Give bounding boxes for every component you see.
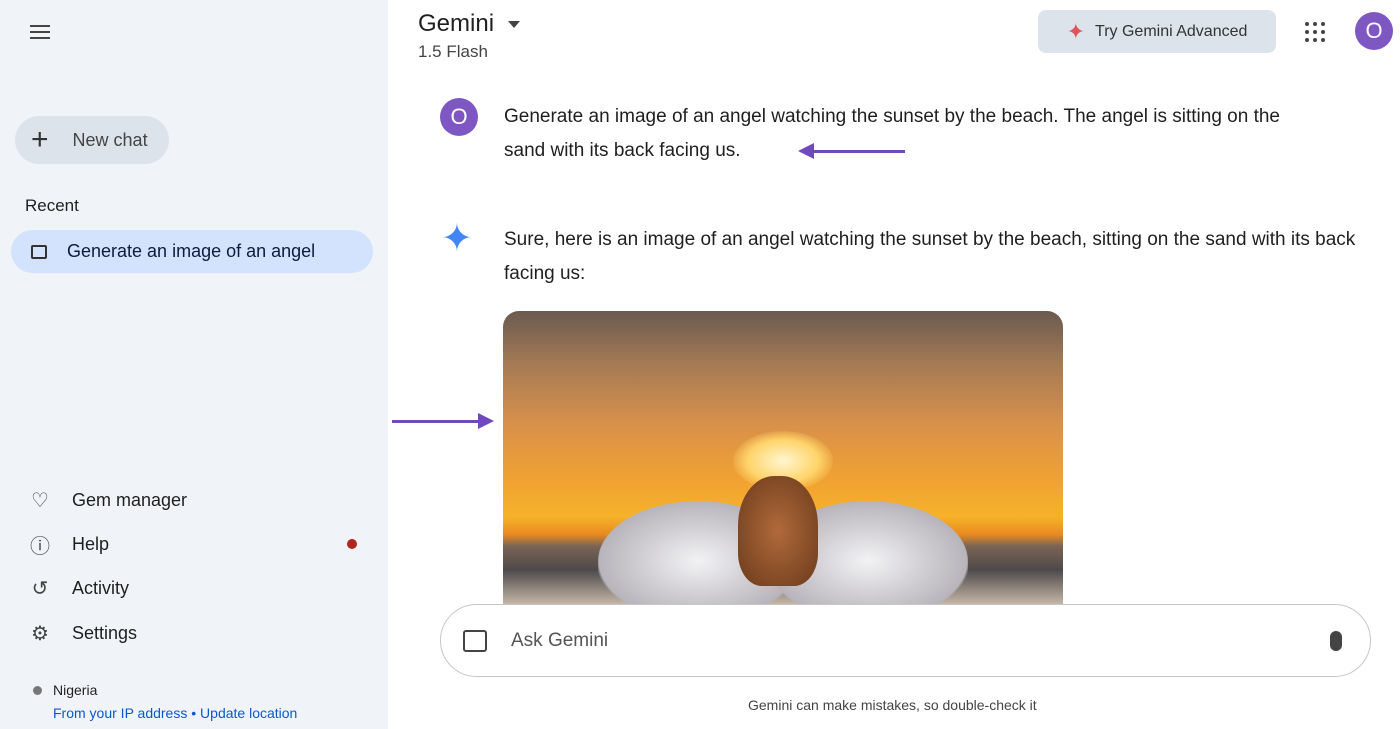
response-text: Sure, here is an image of an angel watch…: [504, 229, 1356, 284]
location-links: From your IP address • Update location: [53, 705, 297, 721]
sidebar-item-activity[interactable]: ↺ Activity: [28, 576, 363, 600]
nav-label: Gem manager: [72, 489, 188, 510]
add-image-icon[interactable]: [463, 629, 487, 652]
update-location-link[interactable]: Update location: [200, 705, 297, 721]
nav-label: Settings: [72, 622, 138, 643]
app-title: Gemini: [418, 10, 495, 37]
user-message: Generate an image of an angel watching t…: [504, 106, 1281, 161]
sidebar-item-gem-manager[interactable]: ♡ Gem manager: [28, 488, 363, 512]
help-icon: ⓘ: [30, 535, 50, 558]
ip-address-link[interactable]: From your IP address: [53, 705, 187, 721]
recent-chat-item[interactable]: Generate an image of an angel: [11, 230, 373, 273]
location: Nigeria: [33, 682, 97, 698]
gem-icon: ♡: [31, 489, 49, 512]
sidebar: + New chat Recent Generate an image of an…: [0, 0, 388, 729]
try-advanced-button[interactable]: ✦ Try Gemini Advanced: [1038, 10, 1276, 53]
annotation-arrow-left: [798, 143, 905, 159]
separator: •: [191, 705, 197, 721]
notification-dot: [347, 539, 357, 549]
gear-icon: ⚙: [31, 622, 49, 645]
angel-head: [738, 476, 818, 586]
location-dot-icon: [33, 685, 42, 695]
microphone-icon[interactable]: [1330, 630, 1342, 651]
recent-heading: Recent: [25, 196, 79, 215]
prompt-box: [440, 604, 1371, 677]
model-selector[interactable]: Gemini: [418, 10, 521, 38]
model-version: 1.5 Flash: [418, 42, 488, 61]
ask-gemini-input[interactable]: [511, 629, 1330, 652]
new-chat-button[interactable]: + New chat: [15, 116, 169, 164]
menu-icon[interactable]: [28, 22, 52, 42]
location-country: Nigeria: [53, 682, 98, 698]
annotation-arrow-right: [392, 413, 494, 429]
user-avatar: O: [440, 98, 478, 136]
chat-icon: [31, 244, 47, 259]
sidebar-item-settings[interactable]: ⚙ Settings: [28, 621, 363, 645]
plus-icon: +: [31, 123, 49, 156]
sparkle-icon: ✦: [1066, 18, 1086, 44]
sidebar-item-help[interactable]: ⓘ Help: [28, 532, 363, 558]
disclaimer: Gemini can make mistakes, so double-chec…: [748, 697, 1037, 713]
new-chat-label: New chat: [72, 129, 148, 150]
dropdown-caret-icon: [508, 21, 521, 29]
apps-grid-icon[interactable]: [1305, 22, 1325, 42]
generated-angel-image[interactable]: [503, 311, 1063, 605]
history-icon: ↺: [31, 577, 49, 600]
gemini-sparkle-icon: ✦: [441, 218, 473, 260]
nav-label: Help: [72, 533, 110, 554]
account-avatar[interactable]: O: [1355, 12, 1393, 50]
advanced-label: Try Gemini Advanced: [1095, 22, 1248, 40]
nav-label: Activity: [72, 577, 130, 598]
recent-chat-label: Generate an image of an angel: [67, 241, 316, 261]
